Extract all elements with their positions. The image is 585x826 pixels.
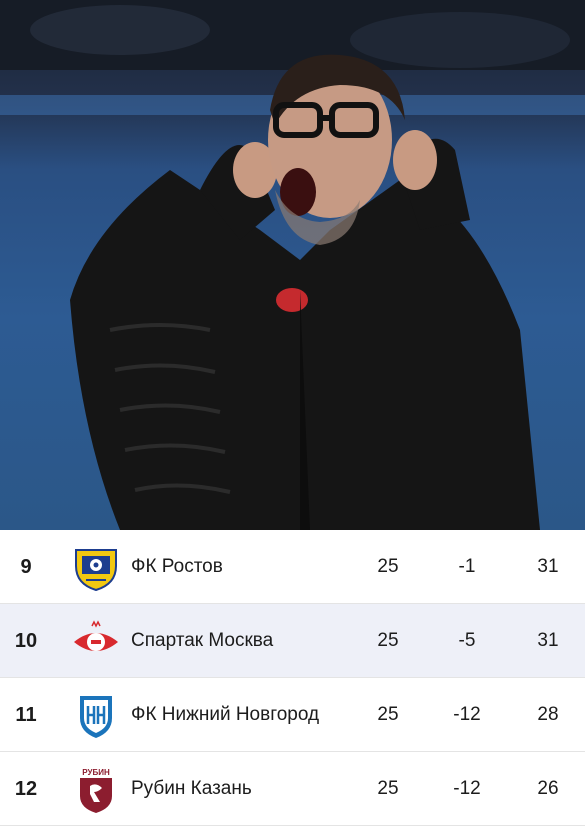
position: 10: [14, 630, 38, 652]
standings-table: 9 ФК Ростов 25 -1 31 10 Спартак Москва 2…: [0, 530, 585, 826]
position: 12: [14, 778, 38, 800]
rubin-logo-icon: РУБИН: [72, 766, 120, 814]
games-played: 25: [377, 778, 399, 799]
table-row[interactable]: 11 ФК Нижний Новгород 25 -12 28: [0, 678, 585, 752]
points: 31: [537, 556, 559, 577]
position: 11: [15, 704, 37, 726]
svg-text:РУБИН: РУБИН: [82, 768, 110, 777]
games-played: 25: [377, 556, 399, 577]
goal-difference: -12: [453, 778, 481, 799]
goal-difference: -5: [458, 630, 476, 651]
coach-photo-illustration: [0, 0, 585, 530]
table-row-highlighted[interactable]: 10 Спартак Москва 25 -5 31: [0, 604, 585, 678]
rostov-logo-icon: [72, 544, 120, 592]
header-photo: [0, 0, 585, 530]
table-row[interactable]: 9 ФК Ростов 25 -1 31: [0, 530, 585, 604]
spartak-logo-icon: [72, 618, 120, 666]
points: 28: [537, 704, 559, 725]
nizhny-logo-icon: [72, 692, 120, 740]
games-played: 25: [377, 704, 399, 725]
points: 31: [537, 630, 559, 651]
points: 26: [537, 778, 559, 799]
team-name: Спартак Москва: [131, 630, 274, 651]
team-name: ФК Нижний Новгород: [131, 704, 320, 725]
team-name: Рубин Казань: [131, 778, 252, 799]
table-row[interactable]: 12 РУБИН Рубин Казань 25 -12 26: [0, 752, 585, 826]
team-name: ФК Ростов: [131, 556, 223, 577]
goal-difference: -1: [458, 556, 476, 577]
position: 9: [20, 556, 32, 578]
goal-difference: -12: [453, 704, 481, 725]
games-played: 25: [377, 630, 399, 651]
